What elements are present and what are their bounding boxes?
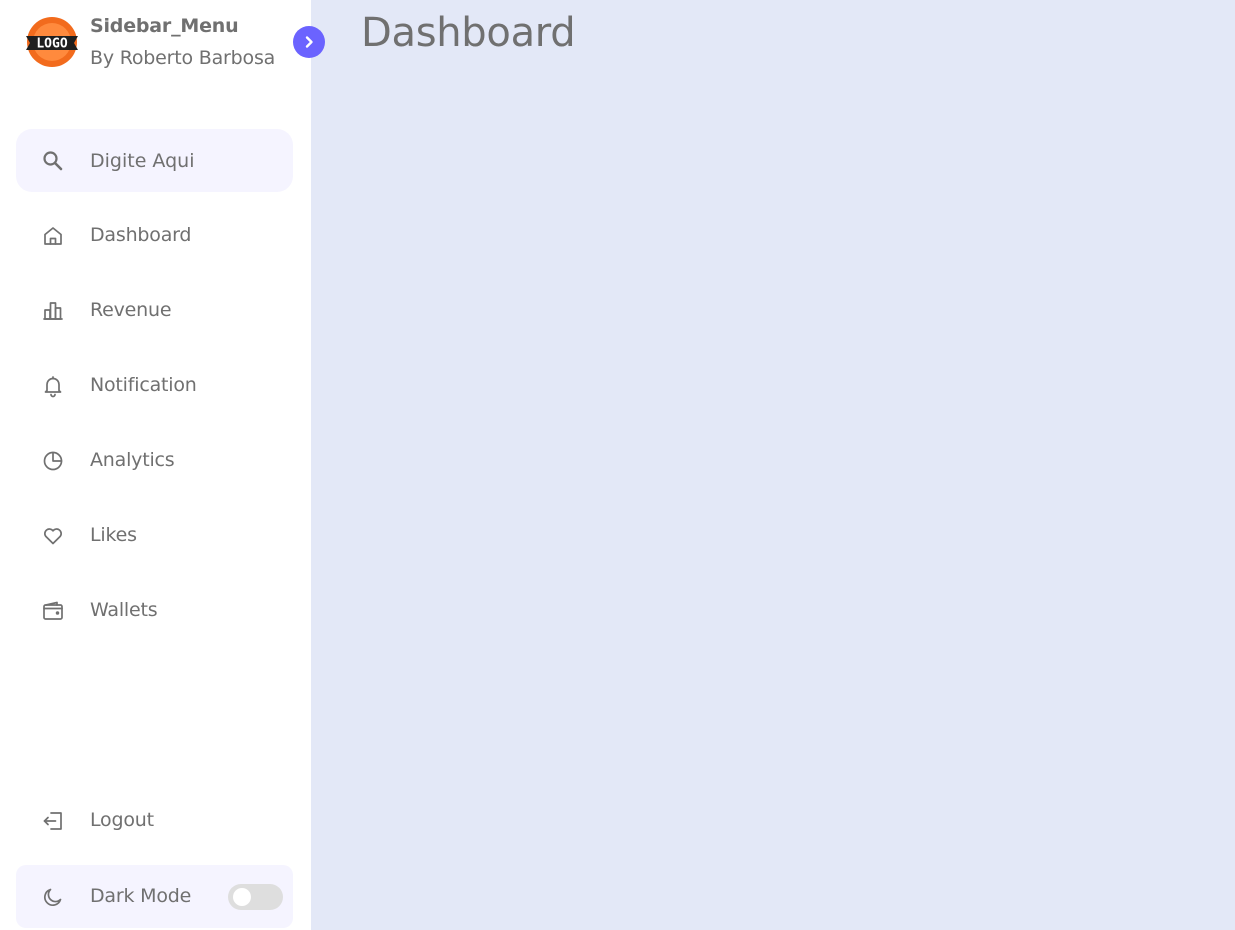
logout-icon	[43, 812, 62, 830]
sidebar-item-label: Wallets	[90, 599, 158, 621]
logout-button[interactable]: Logout	[16, 789, 293, 852]
chevron-right-icon	[305, 36, 313, 48]
logo-text: LOGO	[36, 37, 67, 52]
pie-chart-icon	[43, 451, 63, 471]
dark-mode-row: Dark Mode	[16, 865, 293, 928]
app-name: Sidebar_Menu	[90, 15, 239, 37]
app-window: LOGO Sidebar_Menu By Roberto Barbosa Dig…	[0, 0, 1235, 930]
brand-text: Sidebar_Menu By Roberto Barbosa	[90, 14, 275, 70]
page-title: Dashboard	[361, 10, 576, 56]
dark-mode-toggle[interactable]	[228, 884, 283, 910]
search-icon	[43, 151, 63, 171]
sidebar-item-analytics[interactable]: Analytics	[16, 429, 293, 492]
sidebar-item-label: Notification	[90, 374, 197, 396]
home-icon	[44, 227, 62, 245]
sidebar-item-label: Analytics	[90, 449, 175, 471]
logout-label: Logout	[90, 809, 154, 831]
dark-mode-label: Dark Mode	[90, 885, 192, 907]
main-content: Dashboard	[311, 0, 1235, 930]
sidebar-item-label: Revenue	[90, 299, 172, 321]
bar-chart-icon	[43, 302, 63, 320]
sidebar-item-label: Likes	[90, 524, 137, 546]
sidebar-item-notification[interactable]: Notification	[16, 354, 293, 417]
sidebar-item-likes[interactable]: Likes	[16, 504, 293, 567]
search-box[interactable]	[16, 129, 293, 192]
logo: LOGO	[24, 16, 80, 72]
moon-icon	[44, 888, 62, 906]
app-author: By Roberto Barbosa	[90, 47, 276, 69]
toggle-knob	[233, 888, 251, 906]
wallet-icon	[43, 601, 63, 620]
sidebar-item-label: Dashboard	[90, 224, 192, 246]
heart-icon	[44, 528, 62, 545]
sidebar-item-wallets[interactable]: Wallets	[16, 579, 293, 642]
sidebar-toggle-button[interactable]	[293, 26, 325, 58]
bell-icon	[44, 376, 62, 398]
sidebar-item-revenue[interactable]: Revenue	[16, 279, 293, 342]
search-input[interactable]	[90, 129, 285, 192]
sidebar-item-dashboard[interactable]: Dashboard	[16, 204, 293, 267]
sidebar: LOGO Sidebar_Menu By Roberto Barbosa Dig…	[0, 0, 325, 930]
